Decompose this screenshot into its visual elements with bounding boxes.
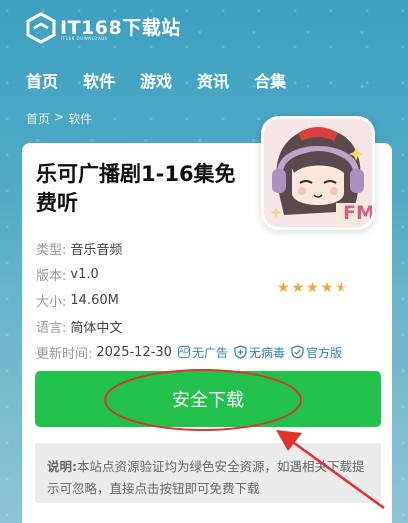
download-note: 说明:本站点资源验证均为绿色安全资源，如遇相关下载提示可忽略，直接点击按钮即可免… bbox=[35, 443, 381, 503]
main-nav: 首页 软件 游戏 资讯 合集 bbox=[0, 66, 408, 94]
app-title: 乐可广播剧1-16集免费听 bbox=[36, 162, 236, 215]
app-icon: FM bbox=[261, 116, 375, 230]
nav-item-software[interactable]: 软件 bbox=[83, 68, 115, 92]
nav-item-games[interactable]: 游戏 bbox=[140, 68, 172, 92]
nav-item-collections[interactable]: 合集 bbox=[254, 68, 286, 92]
star-icon: ★ bbox=[277, 280, 290, 296]
meta-row-updated: 更新时间: 2025-12-30 AD 无广告 无病毒 官方版 bbox=[36, 339, 342, 365]
logo-text: IT168下载站 bbox=[60, 16, 181, 39]
star-half-icon: ★ bbox=[335, 280, 348, 296]
badge-label: 无广告 bbox=[191, 345, 228, 360]
breadcrumb-home[interactable]: 首页 bbox=[26, 110, 50, 127]
star-icon: ★ bbox=[320, 280, 334, 296]
meta-label: 类型: bbox=[36, 242, 67, 258]
nav-item-news[interactable]: 资讯 bbox=[197, 68, 229, 92]
breadcrumb: 首页 > 软件 bbox=[26, 110, 92, 127]
logo-mark-icon bbox=[26, 12, 56, 44]
badge-official: 官方版 bbox=[291, 344, 342, 361]
meta-label: 更新时间: bbox=[36, 346, 93, 362]
meta-value: 音乐音频 bbox=[70, 242, 123, 258]
ad-icon: AD bbox=[177, 346, 190, 358]
star-icon: ★ bbox=[306, 280, 319, 296]
logo-subtitle: IT168 DOWNLOADS bbox=[61, 36, 108, 41]
breadcrumb-separator: > bbox=[54, 110, 65, 124]
meta-label: 大小: bbox=[36, 294, 67, 310]
shield-check-icon bbox=[291, 345, 304, 359]
meta-row-type: 类型: 音乐音频 bbox=[36, 235, 342, 261]
meta-row-language: 语言: 简体中文 bbox=[36, 313, 342, 339]
annotation-circle bbox=[104, 369, 302, 431]
breadcrumb-current[interactable]: 软件 bbox=[68, 110, 92, 127]
note-prefix: 说明: bbox=[47, 459, 77, 474]
rating-stars: ★ ★ ★ ★ ★ bbox=[277, 280, 348, 296]
note-text: 本站点资源验证均为绿色安全资源，如遇相关下载提示可忽略，直接点击按钮即可免费下载 bbox=[47, 459, 365, 496]
fm-badge: FM bbox=[343, 202, 375, 224]
badge-no-ads: AD 无广告 bbox=[177, 344, 228, 361]
meta-value: 2025-12-30 bbox=[96, 344, 172, 360]
badge-label: 无病毒 bbox=[248, 345, 285, 360]
meta-label: 语言: bbox=[36, 320, 67, 336]
shield-plus-icon bbox=[234, 345, 247, 359]
star-icon: ★ bbox=[291, 280, 305, 296]
nav-item-home[interactable]: 首页 bbox=[26, 68, 58, 92]
badge-no-virus: 无病毒 bbox=[234, 344, 285, 361]
meta-value: v1.0 bbox=[70, 266, 99, 282]
meta-value: 14.60M bbox=[70, 292, 119, 308]
app-meta: 类型: 音乐音频 版本: v1.0 大小: 14.60M 语言: 简体中文 更新… bbox=[36, 235, 342, 365]
meta-value: 简体中文 bbox=[70, 320, 123, 336]
badge-label: 官方版 bbox=[305, 345, 342, 360]
meta-label: 版本: bbox=[36, 268, 67, 284]
